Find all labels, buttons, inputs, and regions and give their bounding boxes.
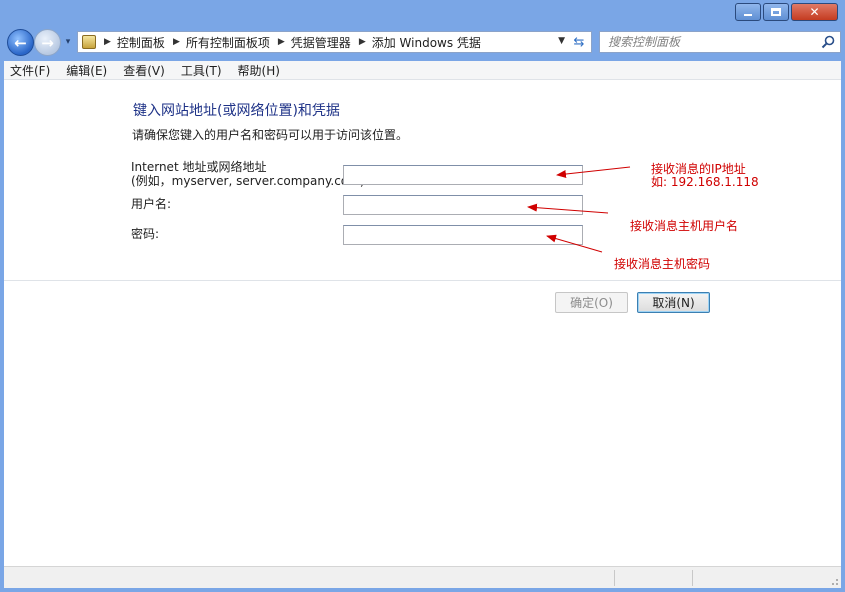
menu-bar: 文件(F) 编辑(E) 查看(V) 工具(T) 帮助(H) [4, 61, 841, 80]
breadcrumb-add-windows-credential[interactable]: 添加 Windows 凭据 [372, 34, 481, 51]
page-title: 键入网站地址(或网络位置)和凭据 [133, 103, 340, 119]
refresh-icon[interactable]: ⇆ [571, 34, 587, 50]
recent-pages-button[interactable]: ▾ [62, 34, 74, 50]
username-field[interactable] [343, 195, 583, 215]
search-box[interactable] [599, 31, 841, 53]
window: ✕ ← → ▾ ▶ 控制面板 ▶ 所有控制面板项 ▶ 凭据管理器 ▶ 添加 Wi… [0, 0, 845, 592]
menu-tools[interactable]: 工具(T) [181, 62, 222, 79]
forward-arrow-icon: → [41, 33, 54, 52]
password-annotation: 接收消息主机密码 [614, 257, 711, 271]
menu-file[interactable]: 文件(F) [10, 62, 50, 79]
close-icon: ✕ [809, 5, 820, 19]
menu-edit[interactable]: 编辑(E) [66, 62, 107, 79]
search-icon[interactable] [821, 35, 835, 49]
address-label-line1: Internet 地址或网络地址 [131, 160, 267, 174]
close-button[interactable]: ✕ [791, 3, 838, 21]
breadcrumb-all-items[interactable]: 所有控制面板项 [186, 34, 270, 51]
chevron-down-icon: ▾ [65, 37, 71, 47]
password-field[interactable] [343, 225, 583, 245]
address-label-line2: (例如，myserver, server.company.com): [131, 174, 369, 188]
page-description: 请确保您键入的用户名和密码可以用于访问该位置。 [132, 128, 409, 142]
content-area: 键入网站地址(或网络位置)和凭据 请确保您键入的用户名和密码可以用于访问该位置。… [4, 80, 841, 566]
back-arrow-icon: ← [14, 33, 27, 52]
username-annotation: 接收消息主机用户名 [630, 219, 739, 233]
breadcrumb-chevron-icon[interactable]: ▶ [173, 37, 180, 47]
menu-help[interactable]: 帮助(H) [238, 62, 280, 79]
status-divider [692, 570, 693, 586]
minimize-icon [744, 14, 752, 16]
address-label: Internet 地址或网络地址 (例如，myserver, server.co… [131, 160, 369, 188]
address-field[interactable] [343, 165, 583, 185]
forward-button[interactable]: → [34, 29, 61, 56]
caption-buttons: ✕ [735, 3, 838, 21]
maximize-button[interactable] [763, 3, 789, 21]
breadcrumb-chevron-icon[interactable]: ▶ [359, 37, 366, 47]
minimize-button[interactable] [735, 3, 761, 21]
resize-grip-icon[interactable] [829, 576, 839, 586]
breadcrumb-chevron-icon[interactable]: ▶ [278, 37, 285, 47]
breadcrumb-credential-manager[interactable]: 凭据管理器 [291, 34, 351, 51]
address-bar[interactable]: ▶ 控制面板 ▶ 所有控制面板项 ▶ 凭据管理器 ▶ 添加 Windows 凭据… [77, 31, 592, 53]
breadcrumb-chevron-icon[interactable]: ▶ [104, 37, 111, 47]
ip-annotation: 接收消息的IP地址 如: 192.168.1.118 [651, 163, 759, 189]
control-panel-icon [82, 35, 96, 49]
status-bar [4, 566, 841, 588]
annotation-arrows [527, 166, 631, 253]
back-button[interactable]: ← [7, 29, 34, 56]
maximize-icon [771, 8, 781, 16]
menu-view[interactable]: 查看(V) [123, 62, 165, 79]
breadcrumb-control-panel[interactable]: 控制面板 [117, 34, 165, 51]
ok-button[interactable]: 确定(O) [555, 292, 628, 313]
search-input[interactable] [608, 35, 808, 49]
divider [4, 280, 841, 281]
navigation-bar: ← → ▾ ▶ 控制面板 ▶ 所有控制面板项 ▶ 凭据管理器 ▶ 添加 Wind… [4, 28, 841, 58]
address-dropdown-icon[interactable]: ▼ [558, 36, 565, 46]
status-divider [614, 570, 615, 586]
username-label: 用户名: [131, 197, 172, 211]
password-label: 密码: [131, 227, 160, 241]
cancel-button[interactable]: 取消(N) [637, 292, 710, 313]
ip-annotation-line2: 如: 192.168.1.118 [651, 175, 759, 189]
